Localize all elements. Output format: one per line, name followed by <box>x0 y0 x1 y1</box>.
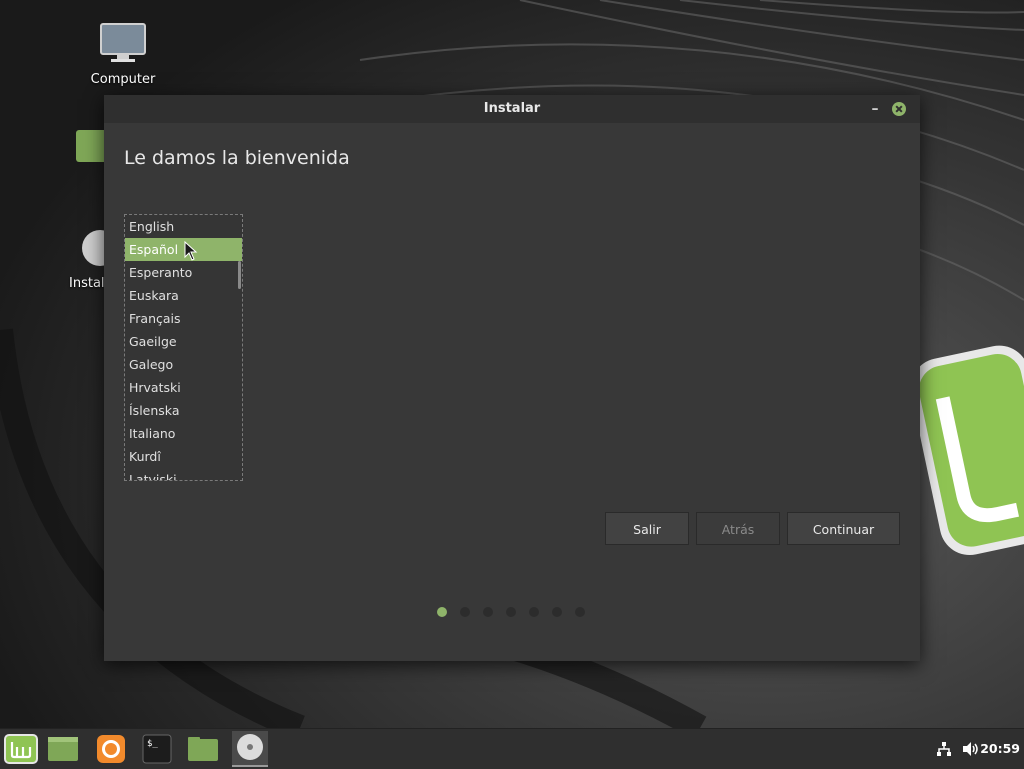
show-desktop-button[interactable] <box>46 733 82 765</box>
list-scrollbar[interactable] <box>238 261 241 289</box>
progress-dot <box>575 607 585 617</box>
window-title: Instalar <box>483 101 541 116</box>
quit-button[interactable]: Salir <box>605 512 689 545</box>
installer-window: Instalar – Le damos la bienvenida Englis… <box>104 95 920 661</box>
terminal-launcher[interactable]: $_ <box>140 733 176 765</box>
progress-dot <box>483 607 493 617</box>
language-option[interactable]: Gaeilge <box>125 330 242 353</box>
language-option[interactable]: Kurdî <box>125 445 242 468</box>
mint-menu-button[interactable] <box>4 733 40 765</box>
files-launcher[interactable] <box>186 733 222 765</box>
close-button[interactable] <box>892 102 906 116</box>
desktop-icon-computer[interactable]: Computer <box>73 22 173 87</box>
language-option[interactable]: Euskara <box>125 284 242 307</box>
language-list[interactable]: English Español Esperanto Euskara Français Ga… <box>124 214 243 481</box>
language-option[interactable]: Latviski <box>125 468 242 480</box>
language-option[interactable]: English <box>125 215 242 238</box>
language-option[interactable]: Italiano <box>125 422 242 445</box>
monitor-icon <box>100 23 146 62</box>
clock[interactable]: 20:59 <box>980 729 1020 769</box>
progress-dot <box>437 607 447 617</box>
installer-disc-icon <box>237 734 263 760</box>
firefox-icon <box>97 735 125 763</box>
mint-menu-icon <box>4 734 38 764</box>
svg-text:$_: $_ <box>147 739 158 749</box>
show-desktop-icon <box>48 737 78 761</box>
progress-dot <box>552 607 562 617</box>
language-option[interactable]: Íslenska <box>125 399 242 422</box>
volume-icon[interactable] <box>962 741 980 757</box>
progress-dot <box>506 607 516 617</box>
firefox-launcher[interactable] <box>94 733 130 765</box>
minimize-button[interactable]: – <box>864 95 886 123</box>
back-button[interactable]: Atrás <box>696 512 780 545</box>
language-option[interactable]: Français <box>125 307 242 330</box>
language-option[interactable]: Esperanto <box>125 261 242 284</box>
taskbar: $_ 20:59 <box>0 728 1024 769</box>
terminal-icon: $_ <box>142 734 172 764</box>
mouse-cursor-icon <box>184 241 198 261</box>
language-option[interactable]: Galego <box>125 353 242 376</box>
progress-dot <box>460 607 470 617</box>
progress-dot <box>529 607 539 617</box>
continue-button[interactable]: Continuar <box>787 512 900 545</box>
language-option[interactable]: Hrvatski <box>125 376 242 399</box>
page-title: Le damos la bienvenida <box>124 147 350 169</box>
installer-taskbar-button[interactable] <box>232 731 268 767</box>
files-icon <box>188 737 218 761</box>
desktop-icon-label: Computer <box>90 72 156 87</box>
window-titlebar[interactable]: Instalar – <box>104 95 920 123</box>
network-icon[interactable] <box>936 741 952 757</box>
